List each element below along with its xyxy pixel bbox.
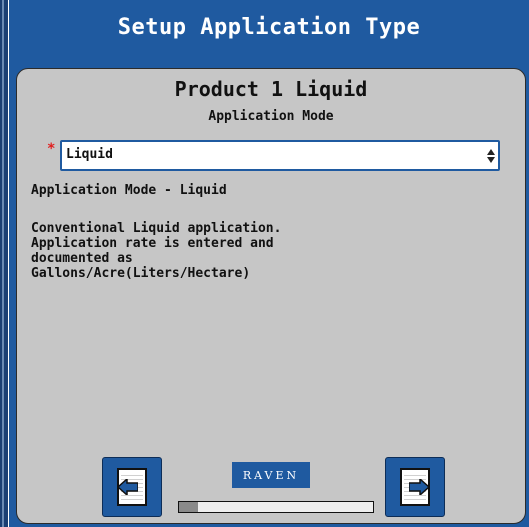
screen: Setup Application Type Product 1 Liquid …	[0, 0, 529, 527]
select-arrows-icon[interactable]	[486, 145, 496, 167]
left-border	[0, 0, 8, 527]
page-next-icon	[400, 468, 430, 506]
left-border-line	[2, 0, 4, 527]
description-line: Application rate is entered and	[31, 236, 274, 251]
next-button[interactable]	[385, 457, 445, 517]
required-marker: *	[47, 141, 56, 157]
raven-logo: RAVEN	[232, 462, 310, 488]
application-mode-select[interactable]: Liquid	[60, 140, 500, 171]
page-back-icon	[117, 468, 147, 506]
header-bar: Setup Application Type	[9, 0, 529, 60]
select-value: Liquid	[66, 147, 113, 162]
page-title: Setup Application Type	[117, 14, 421, 40]
description-line: Conventional Liquid application.	[31, 221, 282, 236]
mode-label: Application Mode - Liquid	[31, 183, 227, 198]
page-progress-bar	[178, 501, 374, 513]
content-panel: Product 1 Liquid Application Mode * Liqu…	[16, 68, 526, 524]
arrow-right-icon	[409, 479, 429, 495]
arrow-left-icon	[118, 479, 138, 495]
product-title: Product 1 Liquid	[174, 77, 368, 101]
back-button[interactable]	[102, 457, 162, 517]
arrow-down-icon	[487, 157, 495, 163]
mode-description: Conventional Liquid application. Applica…	[31, 221, 501, 281]
arrow-up-icon	[487, 149, 495, 155]
description-line: documented as	[31, 251, 133, 266]
application-mode-heading: Application Mode	[208, 109, 334, 124]
logo-text: RAVEN	[242, 468, 300, 482]
progress-fill	[179, 502, 199, 512]
description-line: Gallons/Acre(Liters/Hectare)	[31, 266, 251, 281]
